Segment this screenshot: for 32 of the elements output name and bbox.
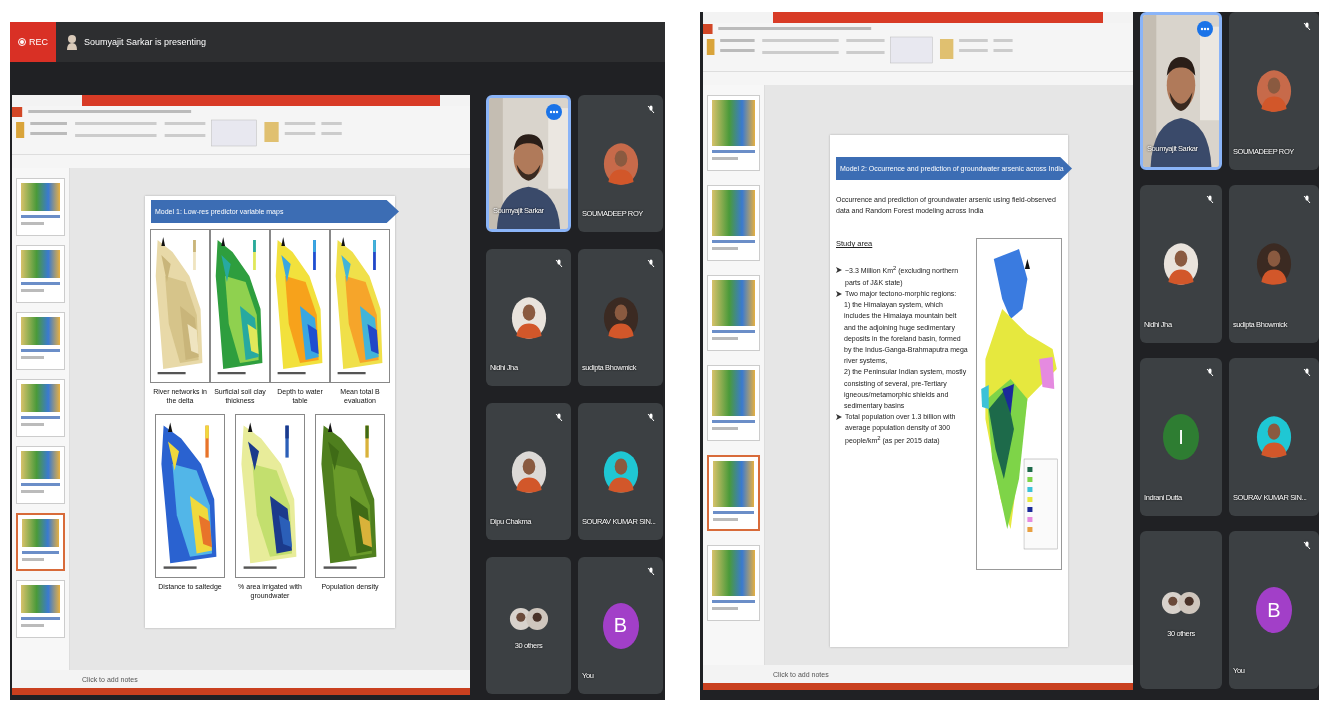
avatar-icon — [602, 448, 639, 495]
slide-thumbnail[interactable] — [16, 513, 65, 571]
avatar-group-icon — [1161, 589, 1201, 617]
avatar-letter: B — [1256, 587, 1292, 633]
presenter-text: Soumyajit Sarkar is presenting — [84, 37, 207, 47]
avatar-icon — [602, 294, 639, 341]
avatar-letter: I — [1163, 414, 1199, 460]
avatar-letter: B — [602, 602, 639, 649]
slide-thumbnail[interactable] — [16, 379, 65, 437]
slide-thumbnail[interactable] — [16, 245, 65, 303]
slide-thumbnail[interactable] — [707, 275, 760, 351]
bullet-arrow-icon — [836, 414, 842, 421]
slide-thumbnail[interactable] — [16, 580, 65, 638]
slide-thumbnail[interactable] — [16, 446, 65, 504]
avatar-icon — [510, 448, 547, 495]
avatar-icon — [1256, 414, 1292, 460]
bullet-arrow-icon — [836, 267, 842, 274]
slide-thumbnail[interactable] — [16, 178, 65, 236]
avatar-icon — [602, 140, 639, 187]
slide-thumbnail[interactable] — [707, 185, 760, 261]
slide-thumbnail[interactable] — [707, 95, 760, 171]
person-icon — [66, 34, 78, 50]
slide-thumbnail[interactable] — [707, 365, 760, 441]
avatar-icon — [1163, 241, 1199, 287]
slide-thumbnail[interactable] — [707, 545, 760, 621]
avatar-icon — [1256, 241, 1292, 287]
avatar-icon — [510, 294, 547, 341]
slide-thumbnail[interactable] — [707, 455, 760, 531]
bullet-arrow-icon — [836, 291, 842, 298]
avatar-icon — [1256, 68, 1292, 114]
recording-badge: REC — [10, 22, 56, 62]
slide-thumbnail[interactable] — [16, 312, 65, 370]
